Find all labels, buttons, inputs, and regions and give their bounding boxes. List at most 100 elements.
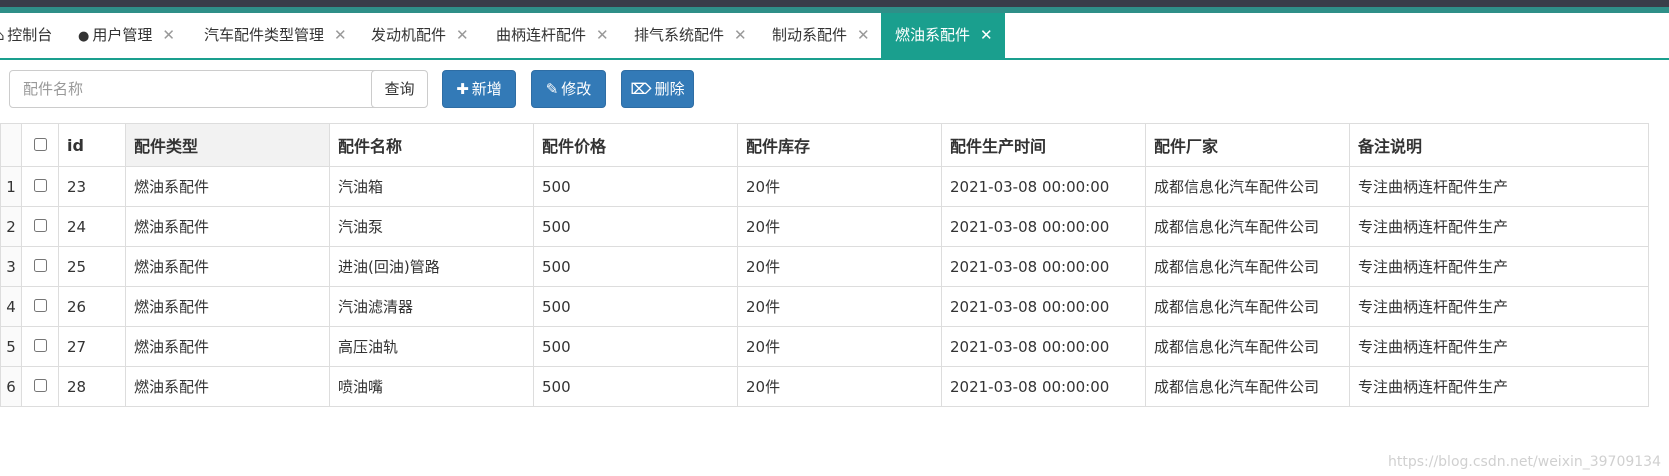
- table-row[interactable]: 5 27 燃油系配件 高压油轨 500 20件 2021-03-08 00:00…: [0, 326, 1649, 367]
- row-checkbox-cell: [21, 166, 59, 207]
- cell-note: 专注曲柄连杆配件生产: [1349, 206, 1649, 247]
- row-checkbox[interactable]: [33, 218, 47, 232]
- watermark-url: https://blog.csdn.net/weixin_39709134: [1387, 454, 1661, 470]
- rownum-header: [0, 123, 22, 167]
- tab-label: 控制台: [7, 26, 53, 44]
- tab-brake-parts[interactable]: 制动系配件 ✕: [772, 13, 870, 58]
- cell-note: 专注曲柄连杆配件生产: [1349, 326, 1649, 367]
- cell-name: 喷油嘴: [329, 366, 534, 407]
- cell-maker: 成都信息化汽车配件公司: [1145, 166, 1350, 207]
- row-checkbox[interactable]: [33, 378, 47, 392]
- delete-button[interactable]: ⌦ 删除: [621, 70, 694, 108]
- column-header-id[interactable]: id: [58, 123, 126, 167]
- cell-note: 专注曲柄连杆配件生产: [1349, 246, 1649, 287]
- cell-time: 2021-03-08 00:00:00: [941, 366, 1146, 407]
- column-header-type[interactable]: 配件类型: [125, 123, 330, 167]
- cell-maker: 成都信息化汽车配件公司: [1145, 326, 1350, 367]
- edit-icon: ✎: [545, 80, 559, 98]
- row-checkbox[interactable]: [33, 258, 47, 272]
- cell-stock: 20件: [737, 326, 942, 367]
- tab-user-management[interactable]: ● 用户管理 ✕: [78, 13, 175, 58]
- row-checkbox-cell: [21, 366, 59, 407]
- cell-name: 汽油箱: [329, 166, 534, 207]
- column-header-maker[interactable]: 配件厂家: [1145, 123, 1350, 167]
- edit-button-label: 修改: [561, 80, 592, 98]
- tab-label: 曲柄连杆配件: [496, 26, 587, 44]
- cell-id: 27: [58, 326, 126, 367]
- row-number: 6: [0, 366, 22, 407]
- tab-exhaust-parts[interactable]: 排气系统配件 ✕: [634, 13, 747, 58]
- cell-time: 2021-03-08 00:00:00: [941, 326, 1146, 367]
- table-row[interactable]: 1 23 燃油系配件 汽油箱 500 20件 2021-03-08 00:00:…: [0, 166, 1649, 207]
- tab-fuel-parts[interactable]: 燃油系配件 ✕: [881, 13, 1005, 58]
- cell-id: 28: [58, 366, 126, 407]
- cell-price: 500: [533, 206, 738, 247]
- user-icon: ●: [78, 29, 90, 44]
- tab-label: 汽车配件类型管理: [204, 26, 325, 44]
- tab-crank-parts[interactable]: 曲柄连杆配件 ✕: [496, 13, 609, 58]
- row-number: 2: [0, 206, 22, 247]
- row-checkbox[interactable]: [33, 298, 47, 312]
- table-row[interactable]: 6 28 燃油系配件 喷油嘴 500 20件 2021-03-08 00:00:…: [0, 366, 1649, 407]
- cell-price: 500: [533, 326, 738, 367]
- tab-part-type-management[interactable]: 汽车配件类型管理 ✕: [204, 13, 347, 58]
- cell-note: 专注曲柄连杆配件生产: [1349, 286, 1649, 327]
- tab-label: 制动系配件: [772, 26, 848, 44]
- table-row[interactable]: 3 25 燃油系配件 进油(回油)管路 500 20件 2021-03-08 0…: [0, 246, 1649, 287]
- cell-type: 燃油系配件: [125, 206, 330, 247]
- cell-stock: 20件: [737, 366, 942, 407]
- cell-id: 26: [58, 286, 126, 327]
- plus-icon: ✚: [456, 80, 469, 98]
- column-header-stock[interactable]: 配件库存: [737, 123, 942, 167]
- close-icon[interactable]: ✕: [334, 26, 347, 44]
- cell-stock: 20件: [737, 286, 942, 327]
- select-all-checkbox[interactable]: [33, 137, 47, 151]
- cell-id: 23: [58, 166, 126, 207]
- cell-id: 24: [58, 206, 126, 247]
- cell-stock: 20件: [737, 166, 942, 207]
- close-icon[interactable]: ✕: [596, 26, 609, 44]
- close-icon[interactable]: ✕: [980, 26, 993, 44]
- edit-button[interactable]: ✎ 修改: [531, 70, 606, 108]
- parts-table: id 配件类型 配件名称 配件价格 配件库存 配件生产时间 配件厂家 备注说明 …: [0, 123, 1649, 407]
- tab-engine-parts[interactable]: 发动机配件 ✕: [371, 13, 469, 58]
- close-icon[interactable]: ✕: [456, 26, 469, 44]
- column-header-price[interactable]: 配件价格: [533, 123, 738, 167]
- row-checkbox[interactable]: [33, 338, 47, 352]
- add-button[interactable]: ✚ 新增: [442, 70, 516, 108]
- cell-time: 2021-03-08 00:00:00: [941, 206, 1146, 247]
- query-button[interactable]: 查询: [371, 70, 428, 108]
- row-number: 5: [0, 326, 22, 367]
- cell-type: 燃油系配件: [125, 246, 330, 287]
- tab-dashboard[interactable]: ⌂ 控制台: [0, 13, 52, 58]
- cell-stock: 20件: [737, 246, 942, 287]
- close-icon[interactable]: ✕: [857, 26, 870, 44]
- cell-maker: 成都信息化汽车配件公司: [1145, 286, 1350, 327]
- row-number: 1: [0, 166, 22, 207]
- close-icon[interactable]: ✕: [734, 26, 747, 44]
- cell-type: 燃油系配件: [125, 326, 330, 367]
- table-row[interactable]: 2 24 燃油系配件 汽油泵 500 20件 2021-03-08 00:00:…: [0, 206, 1649, 247]
- cell-note: 专注曲柄连杆配件生产: [1349, 366, 1649, 407]
- cell-maker: 成都信息化汽车配件公司: [1145, 366, 1350, 407]
- cell-type: 燃油系配件: [125, 366, 330, 407]
- column-header-time[interactable]: 配件生产时间: [941, 123, 1146, 167]
- column-header-note[interactable]: 备注说明: [1349, 123, 1649, 167]
- part-name-search-input[interactable]: [9, 70, 385, 108]
- cell-price: 500: [533, 246, 738, 287]
- cell-maker: 成都信息化汽车配件公司: [1145, 206, 1350, 247]
- column-header-name[interactable]: 配件名称: [329, 123, 534, 167]
- cell-time: 2021-03-08 00:00:00: [941, 166, 1146, 207]
- trash-icon: ⌦: [630, 80, 652, 98]
- row-checkbox[interactable]: [33, 178, 47, 192]
- tab-label: 排气系统配件: [634, 26, 725, 44]
- table-row[interactable]: 4 26 燃油系配件 汽油滤清器 500 20件 2021-03-08 00:0…: [0, 286, 1649, 327]
- row-number: 4: [0, 286, 22, 327]
- close-icon[interactable]: ✕: [162, 26, 175, 44]
- table-header-row: id 配件类型 配件名称 配件价格 配件库存 配件生产时间 配件厂家 备注说明: [0, 123, 1649, 167]
- cell-price: 500: [533, 166, 738, 207]
- row-number: 3: [0, 246, 22, 287]
- cell-type: 燃油系配件: [125, 166, 330, 207]
- top-header-bar: [0, 0, 1669, 7]
- delete-button-label: 删除: [654, 80, 685, 98]
